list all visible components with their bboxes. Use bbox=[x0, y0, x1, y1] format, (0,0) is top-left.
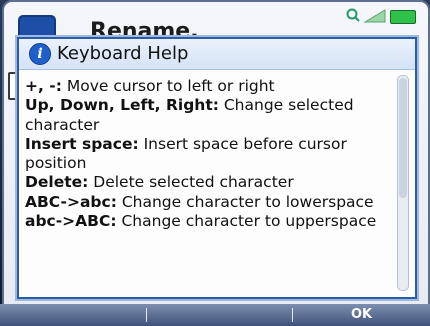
help-entry: abc->ABC: Change character to upperspace bbox=[25, 212, 403, 231]
scrollbar-thumb[interactable] bbox=[399, 78, 407, 198]
dialog-header: i Keyboard Help bbox=[19, 39, 415, 70]
signal-icon bbox=[364, 9, 386, 23]
help-entry: Up, Down, Left, Right: Change selected c… bbox=[25, 96, 403, 135]
help-text[interactable]: +, -: Move cursor to left or right Up, D… bbox=[25, 77, 403, 293]
dialog-title: Keyboard Help bbox=[57, 43, 189, 64]
help-description: Change character to lowerspace bbox=[116, 192, 374, 211]
help-entry: Delete: Delete selected character bbox=[25, 173, 403, 192]
help-entry: ABC->abc: Change character to lowerspace bbox=[25, 193, 403, 212]
help-entry: Insert space: Insert space before cursor… bbox=[25, 135, 403, 174]
help-description: Move cursor to left or right bbox=[61, 77, 275, 95]
help-entry: +, -: Move cursor to left or right bbox=[25, 77, 403, 96]
help-key: ABC->abc: bbox=[25, 192, 117, 211]
scrollbar[interactable] bbox=[397, 75, 409, 291]
status-icons bbox=[346, 8, 416, 26]
help-description: Delete selected character bbox=[88, 173, 294, 192]
battery-icon bbox=[390, 10, 416, 24]
softkey-middle[interactable] bbox=[147, 304, 291, 326]
help-key: Insert space: bbox=[25, 134, 139, 153]
softkey-left[interactable] bbox=[0, 304, 145, 326]
help-key: Delete: bbox=[25, 173, 89, 192]
help-key: Up, Down, Left, Right: bbox=[25, 96, 219, 115]
softkey-bar: OK bbox=[0, 304, 430, 326]
help-key: +, -: bbox=[25, 77, 62, 95]
ok-softkey[interactable]: OK bbox=[293, 304, 430, 326]
keyboard-help-dialog: i Keyboard Help +, -: Move cursor to lef… bbox=[17, 37, 417, 299]
search-icon bbox=[346, 8, 360, 22]
help-description: Change character to upperspace bbox=[116, 212, 377, 231]
help-key: abc->ABC: bbox=[25, 212, 117, 231]
info-icon: i bbox=[29, 43, 51, 65]
